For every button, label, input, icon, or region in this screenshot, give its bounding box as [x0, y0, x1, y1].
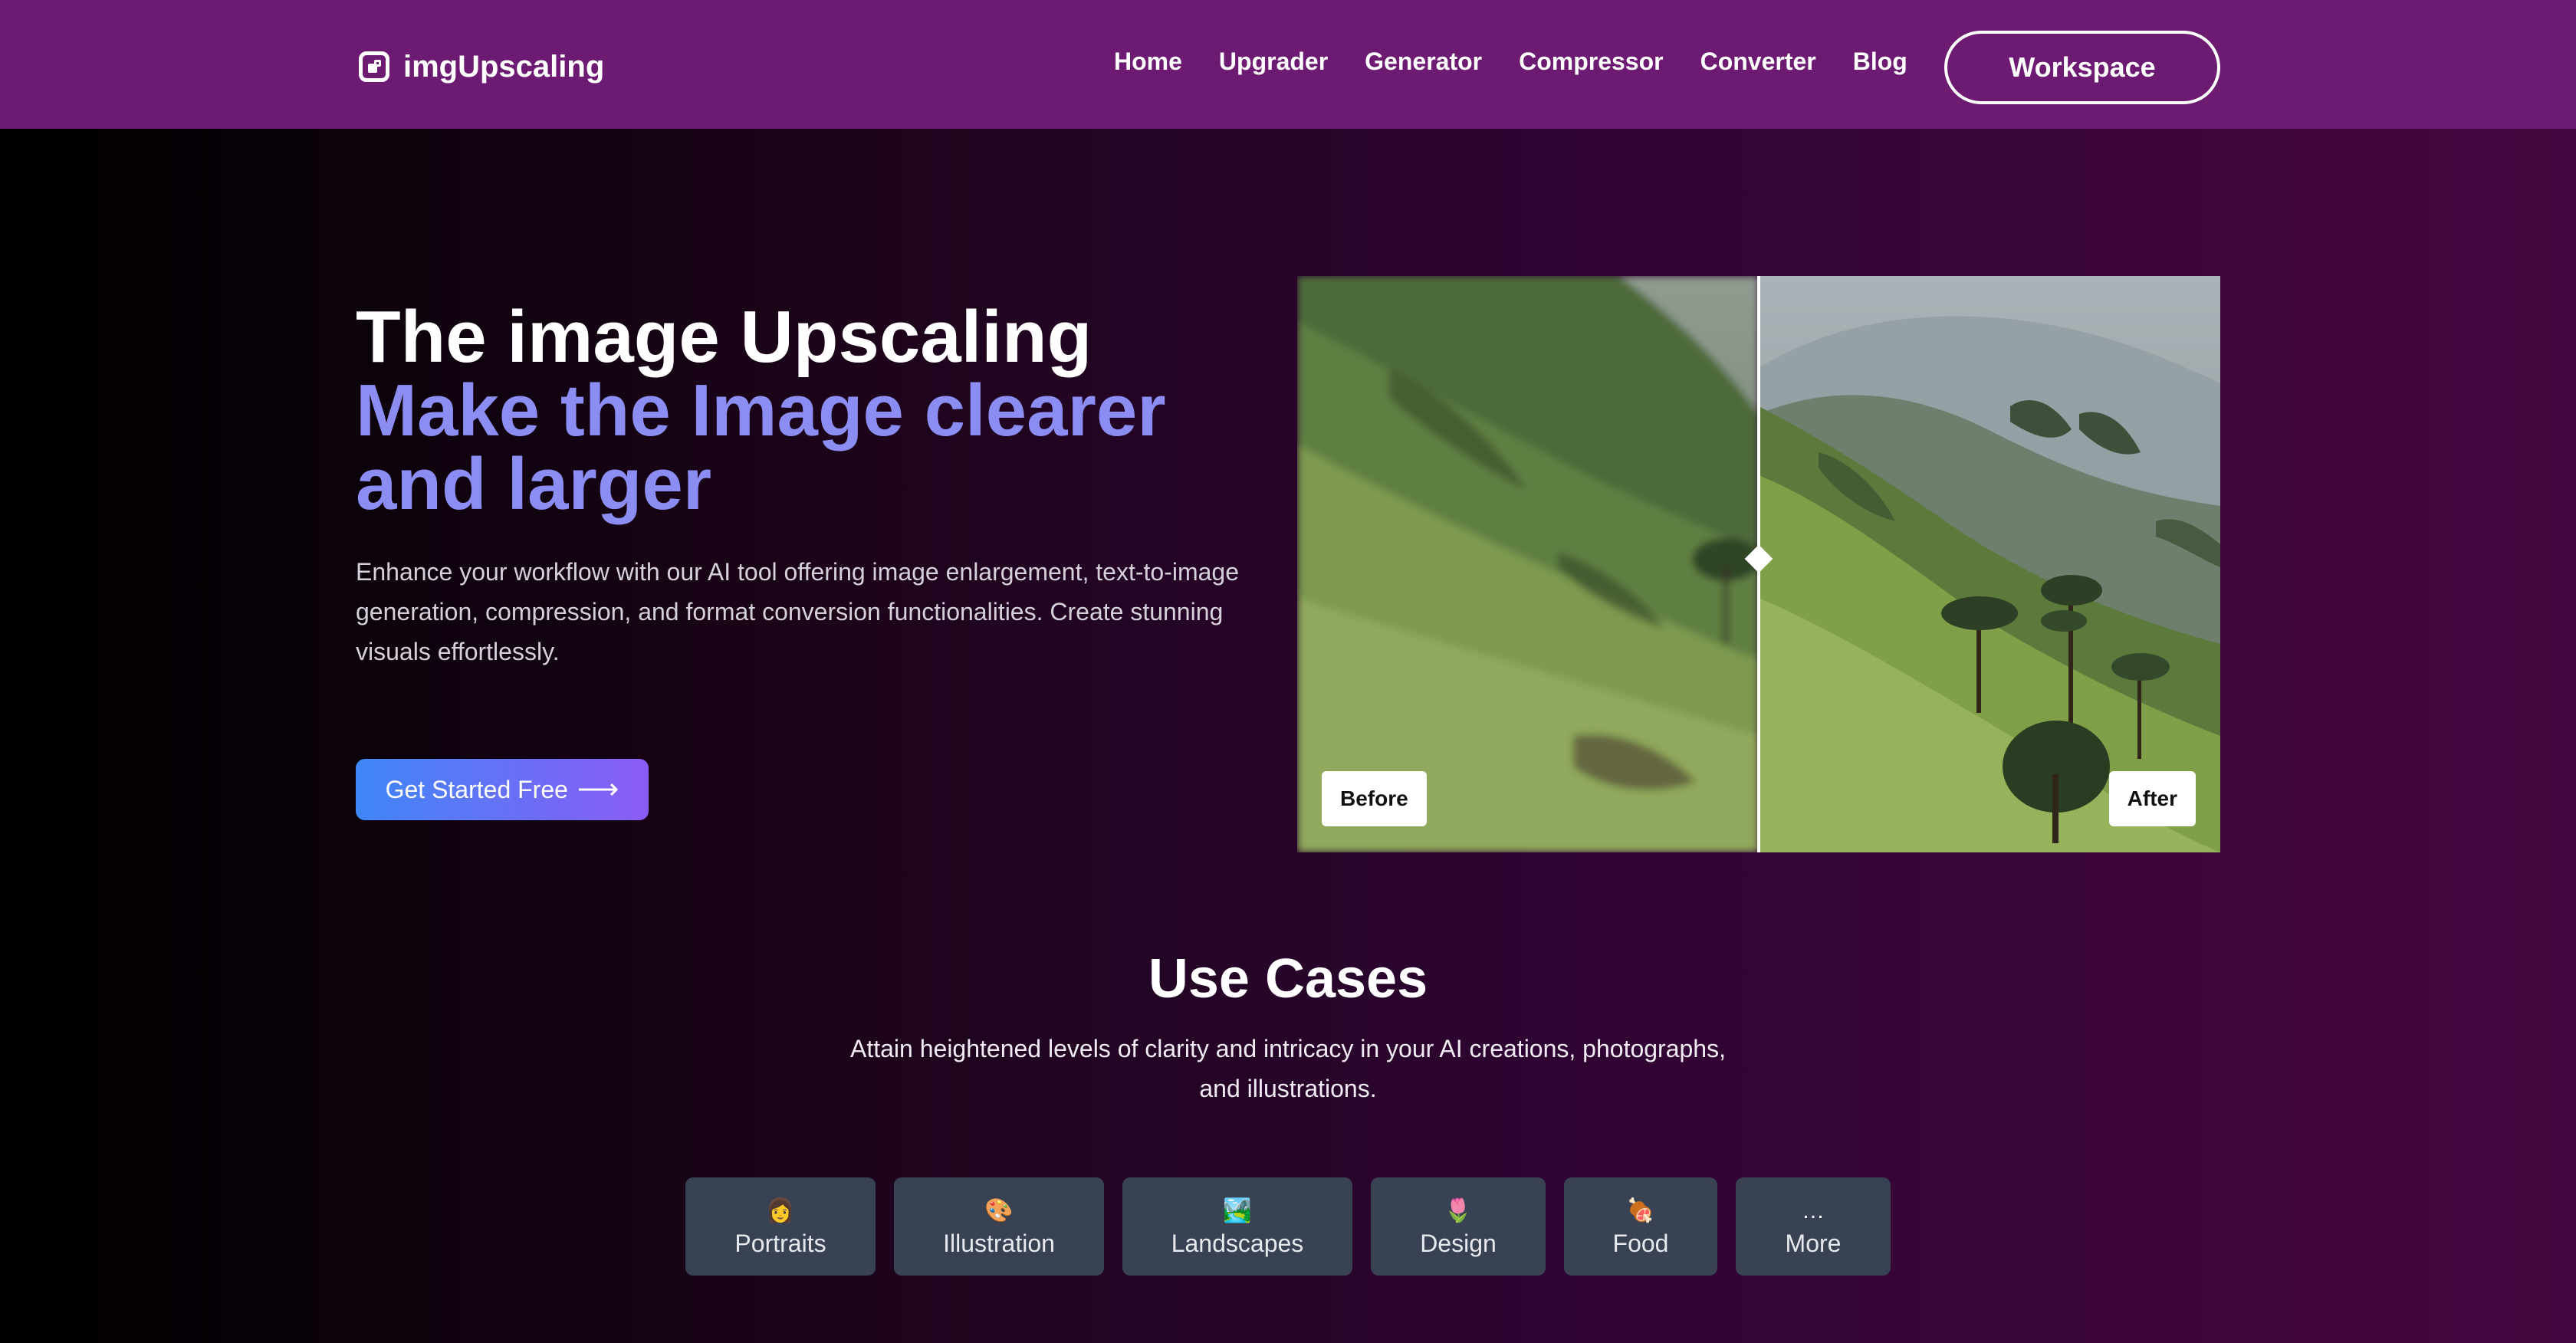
- chip-label: Portraits: [734, 1229, 826, 1257]
- use-case-chip-portraits[interactable]: 👩 Portraits: [685, 1177, 876, 1276]
- after-label: After: [2108, 771, 2196, 826]
- use-cases-title: Use Cases: [1148, 948, 1428, 1010]
- chip-label: More: [1785, 1229, 1842, 1257]
- arrow-right-icon: ⟶: [577, 773, 619, 806]
- top-navbar: imgUpscaling Home Upgrader Generator Com…: [0, 0, 2576, 129]
- use-case-chip-design[interactable]: 🌷 Design: [1371, 1177, 1546, 1276]
- chip-label: Design: [1420, 1229, 1497, 1257]
- nav-link-compressor[interactable]: Compressor: [1519, 48, 1664, 76]
- nav-link-home[interactable]: Home: [1114, 48, 1182, 76]
- use-cases-description: Attain heightened levels of clarity and …: [850, 1035, 1726, 1102]
- hero-description: Enhance your workflow with our AI tool o…: [356, 558, 1239, 665]
- use-case-chip-more[interactable]: … More: [1736, 1177, 1891, 1276]
- use-case-chip-food[interactable]: 🍖 Food: [1564, 1177, 1717, 1276]
- after-image: [1759, 276, 2220, 852]
- portrait-icon: 👩: [766, 1197, 795, 1223]
- nav-link-upgrader[interactable]: Upgrader: [1219, 48, 1328, 76]
- tulip-icon: 🌷: [1444, 1197, 1473, 1223]
- before-after-comparison[interactable]: Before After: [1297, 276, 2220, 852]
- meat-icon: 🍖: [1626, 1197, 1655, 1223]
- palette-icon: 🎨: [984, 1197, 1014, 1223]
- hero-title-line1: The image Upscaling: [356, 296, 1092, 378]
- chip-label: Landscapes: [1171, 1229, 1304, 1257]
- use-case-chip-illustration[interactable]: 🎨 Illustration: [894, 1177, 1104, 1276]
- before-image: [1297, 276, 1759, 852]
- use-case-chip-landscapes[interactable]: 🏞️ Landscapes: [1122, 1177, 1352, 1276]
- get-started-label: Get Started Free: [385, 775, 568, 803]
- workspace-button[interactable]: Workspace: [1944, 31, 2220, 104]
- nav-link-generator[interactable]: Generator: [1365, 48, 1482, 76]
- before-label: Before: [1322, 771, 1427, 826]
- get-started-button[interactable]: Get Started Free ⟶: [356, 759, 649, 820]
- chip-label: Food: [1612, 1229, 1669, 1257]
- hero-title-line2: Make the Image clearer and larger: [356, 369, 1166, 525]
- upscale-logo-icon: [359, 51, 389, 82]
- brand-logo[interactable]: imgUpscaling: [359, 46, 604, 87]
- nav-link-converter[interactable]: Converter: [1700, 48, 1816, 76]
- nav-link-blog[interactable]: Blog: [1853, 48, 1907, 76]
- ellipsis-icon: …: [1802, 1197, 1825, 1223]
- landscape-icon: 🏞️: [1223, 1197, 1252, 1223]
- chip-label: Illustration: [943, 1229, 1055, 1257]
- hero-title: The image Upscaling Make the Image clear…: [356, 300, 1230, 521]
- nav-links: Home Upgrader Generator Compressor Conve…: [1114, 48, 1907, 76]
- brand-name: imgUpscaling: [403, 49, 605, 84]
